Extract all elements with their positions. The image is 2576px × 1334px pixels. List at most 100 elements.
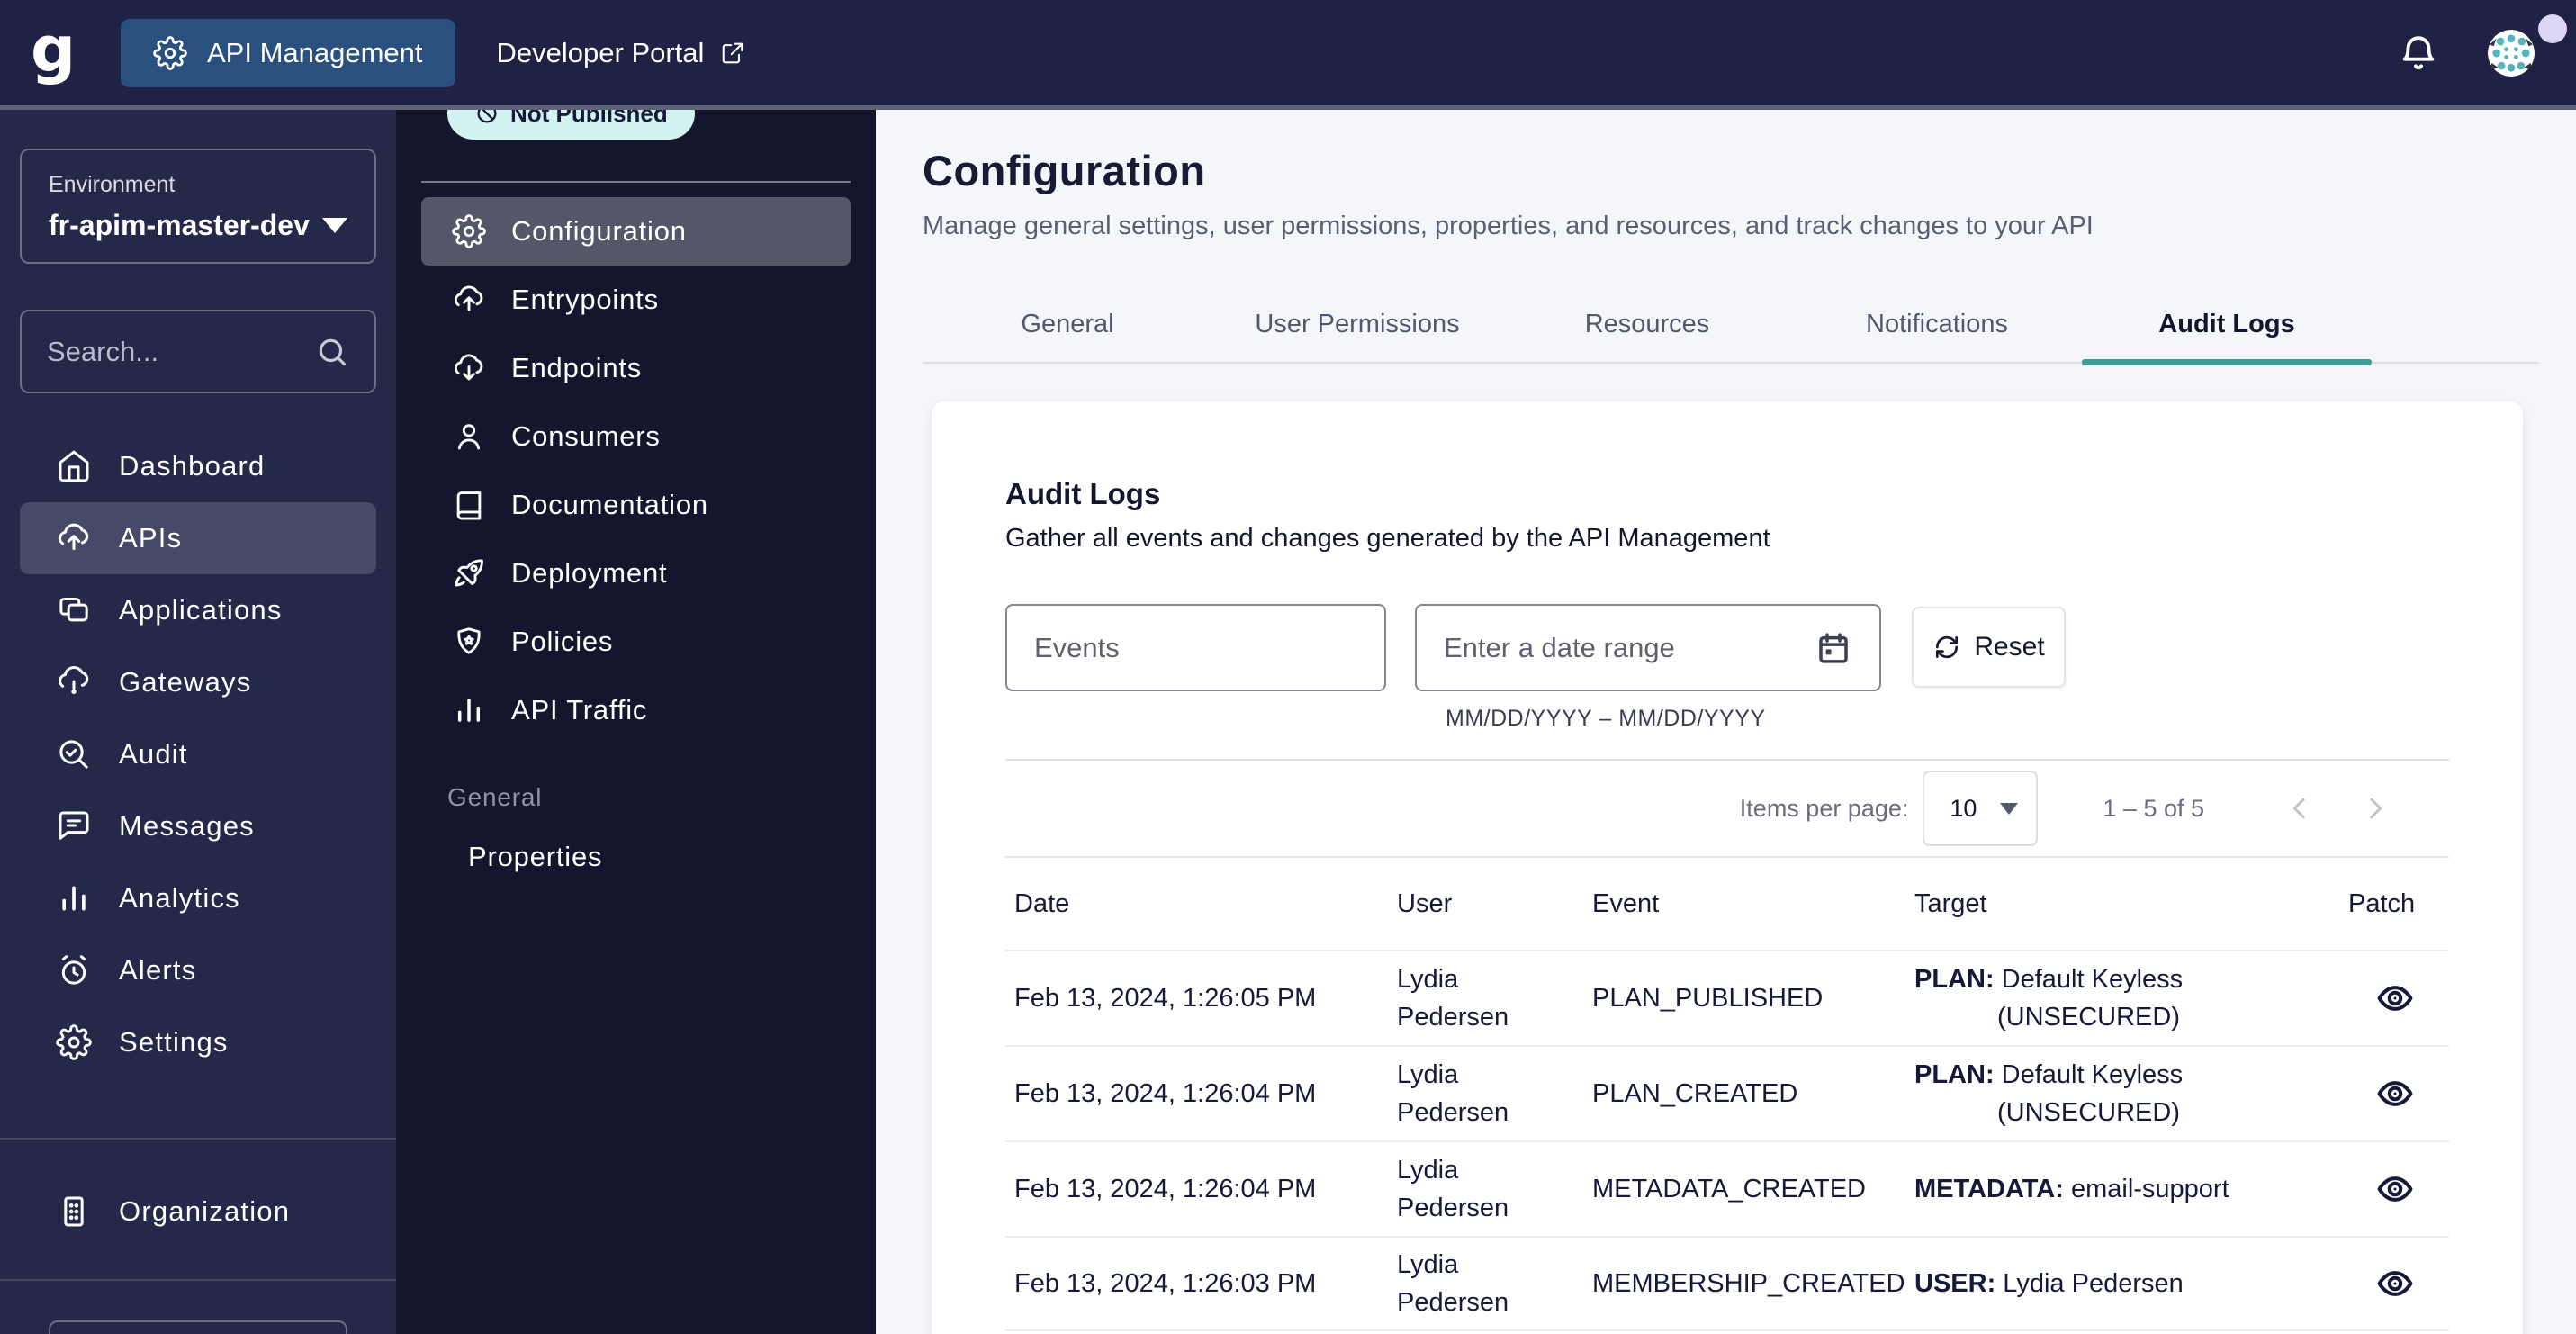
sidebar-item-label: Gateways (119, 666, 251, 699)
api-subnav: Not Published ConfigurationEntrypointsEn… (396, 110, 876, 1334)
column-header-user: User (1397, 889, 1592, 919)
cloud-download-icon (452, 351, 486, 385)
app-root: g API Management Developer Portal Enviro… (0, 0, 2576, 1334)
cell-event: METADATA_CREATED (1592, 1175, 1914, 1204)
subnav-item-label: Deployment (511, 557, 667, 590)
subnav-item-endpoints[interactable]: Endpoints (421, 334, 851, 402)
tab-user-permissions[interactable]: User Permissions (1212, 286, 1502, 362)
avatar[interactable] (2488, 30, 2535, 77)
sidebar-item-settings[interactable]: Settings (20, 1006, 376, 1078)
cell-date: Feb 13, 2024, 1:26:04 PM (1005, 1175, 1397, 1204)
external-link-icon (720, 41, 745, 66)
api-management-button[interactable]: API Management (121, 19, 455, 87)
events-filter-placeholder: Events (1034, 632, 1120, 664)
sidebar-item-analytics[interactable]: Analytics (20, 862, 376, 934)
cell-target: METADATA: email-support (1914, 1170, 2348, 1208)
bar-chart-icon (452, 693, 486, 727)
date-range-input[interactable]: Enter a date range (1415, 604, 1881, 691)
column-header-date: Date (1005, 889, 1397, 919)
sidebar-item-gateways[interactable]: Gateways (20, 646, 376, 718)
home-icon (56, 448, 92, 484)
cell-date: Feb 13, 2024, 1:26:04 PM (1005, 1079, 1397, 1109)
sidebar-item-label: Alerts (119, 954, 196, 987)
cell-event: PLAN_PUBLISHED (1592, 984, 1914, 1014)
topbar: g API Management Developer Portal (0, 0, 2576, 110)
calendar-icon[interactable] (1815, 629, 1852, 667)
date-format-hint: MM/DD/YYYY – MM/DD/YYYY (1446, 706, 2449, 732)
subnav-item-configuration[interactable]: Configuration (421, 197, 851, 266)
column-header-patch: Patch (2348, 889, 2449, 919)
api-management-label: API Management (207, 37, 423, 69)
eye-icon (2375, 1169, 2415, 1209)
tab-general[interactable]: General (923, 286, 1212, 362)
alarm-icon (56, 952, 92, 988)
subnav-item-label: Documentation (511, 489, 708, 521)
cell-target: PLAN: Default Keyless(UNSECURED) (1914, 1056, 2348, 1131)
table-body: Feb 13, 2024, 1:26:05 PMLydia PedersenPL… (1005, 950, 2449, 1331)
previous-page-button[interactable] (2280, 789, 2319, 828)
environment-select[interactable]: Environment fr-apim-master-dev (20, 149, 376, 264)
next-page-button[interactable] (2355, 789, 2395, 828)
cell-patch (2348, 1257, 2449, 1311)
gravitee-logo[interactable]: g (0, 18, 106, 81)
sidebar-item-organization[interactable]: Organization (20, 1176, 376, 1248)
subnav-item-api-traffic[interactable]: API Traffic (421, 676, 851, 744)
tab-resources[interactable]: Resources (1502, 286, 1792, 362)
cell-user: Lydia Pedersen (1397, 960, 1550, 1036)
view-patch-button[interactable] (2368, 1162, 2422, 1216)
chevron-left-icon (2284, 793, 2315, 824)
tab-audit-logs[interactable]: Audit Logs (2082, 286, 2372, 362)
cell-date: Feb 13, 2024, 1:26:05 PM (1005, 984, 1397, 1014)
sidebar-item-alerts[interactable]: Alerts (20, 934, 376, 1006)
eye-icon (2375, 1264, 2415, 1303)
main-content: Configuration Manage general settings, u… (876, 110, 2576, 1334)
subnav-item-properties[interactable]: Properties (468, 841, 876, 873)
search-input[interactable]: Search... (20, 310, 376, 393)
pagination-row: Items per page: 10 1 – 5 of 5 (1005, 761, 2449, 858)
sidebar-item-dashboard[interactable]: Dashboard (20, 430, 376, 502)
column-header-event: Event (1592, 889, 1914, 919)
sidebar-item-audit[interactable]: Audit (20, 718, 376, 790)
page-title: Configuration (923, 146, 2576, 195)
sidebar-item-label: Settings (119, 1026, 229, 1059)
applications-icon (56, 592, 92, 628)
cloud-node-icon (56, 664, 92, 700)
rocket-icon (452, 556, 486, 590)
message-icon (56, 808, 92, 844)
cell-user: Lydia Pedersen (1397, 1151, 1550, 1227)
bell-icon[interactable] (2398, 32, 2439, 74)
subnav-item-policies[interactable]: Policies (421, 608, 851, 676)
subnav-item-label: Policies (511, 626, 613, 658)
items-per-page-select[interactable]: 10 (1923, 771, 2038, 846)
cell-user: Lydia Pedersen (1397, 1056, 1550, 1131)
subnav-item-entrypoints[interactable]: Entrypoints (421, 266, 851, 334)
view-patch-button[interactable] (2368, 1257, 2422, 1311)
bar-chart-icon (56, 880, 92, 916)
subnav-item-documentation[interactable]: Documentation (421, 471, 851, 539)
developer-portal-link[interactable]: Developer Portal (497, 37, 746, 69)
reset-button[interactable]: Reset (1912, 607, 2066, 688)
cell-patch (2348, 1067, 2449, 1121)
sidebar-item-messages[interactable]: Messages (20, 790, 376, 862)
sidebar-item-apis[interactable]: APIs (20, 502, 376, 574)
tabs: GeneralUser PermissionsResourcesNotifica… (923, 286, 2538, 364)
table-row: Feb 13, 2024, 1:26:05 PMLydia Pedersen PL… (1005, 950, 2449, 1045)
view-patch-button[interactable] (2368, 971, 2422, 1025)
events-filter-select[interactable]: Events (1005, 604, 1386, 691)
items-per-page-label: Items per page: (1740, 795, 1909, 823)
collapse-menu-button[interactable]: Collapse menu (49, 1320, 347, 1334)
subnav-item-consumers[interactable]: Consumers (421, 402, 851, 471)
tab-notifications[interactable]: Notifications (1792, 286, 2082, 362)
table-row: Feb 13, 2024, 1:26:04 PMLydia Pedersen ME… (1005, 1140, 2449, 1236)
audit-logs-title: Audit Logs (1005, 477, 2449, 511)
sidebar-item-label: Messages (119, 810, 255, 843)
cell-user: Lydia Pedersen (1397, 1246, 1550, 1321)
eye-icon (2375, 1074, 2415, 1113)
cell-event: MEMBERSHIP_CREATED (1592, 1269, 1914, 1299)
view-patch-button[interactable] (2368, 1067, 2422, 1121)
subnav-item-deployment[interactable]: Deployment (421, 539, 851, 608)
divider (421, 181, 851, 183)
filters-row: Events Enter a date range Reset (1005, 604, 2449, 691)
cell-patch (2348, 971, 2449, 1025)
sidebar-item-applications[interactable]: Applications (20, 574, 376, 646)
